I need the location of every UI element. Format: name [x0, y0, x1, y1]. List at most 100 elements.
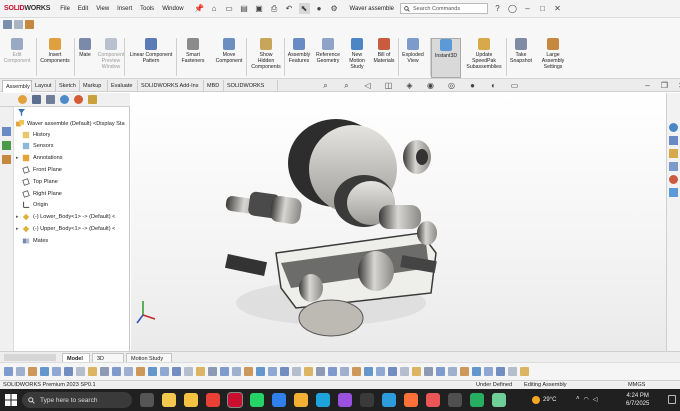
tab-evaluate[interactable]: Evaluate [108, 80, 138, 92]
search-commands-input[interactable]: Search Commands [400, 3, 488, 14]
command-new-motion-study[interactable]: New Motion Study [346, 38, 368, 78]
shortcut-tool-icon[interactable] [280, 367, 289, 376]
command-insert-components[interactable]: Insert Components [38, 38, 72, 78]
taskbar-search-box[interactable]: Type here to search [22, 392, 132, 408]
shortcut-tool-icon[interactable] [412, 367, 421, 376]
maps-icon[interactable] [470, 393, 484, 407]
shortcut-tool-icon[interactable] [424, 367, 433, 376]
command-large-assembly-settings[interactable]: Large Assembly Settings [538, 38, 568, 78]
task-view-icon[interactable] [140, 393, 154, 407]
right-shaft[interactable] [379, 205, 421, 229]
previous-view-icon[interactable]: ◁ [362, 80, 373, 91]
display-pane-icon[interactable] [2, 141, 11, 150]
whatsapp-icon[interactable] [250, 393, 264, 407]
property-manager-tab-icon[interactable] [32, 95, 41, 104]
view-orientation-icon[interactable]: ◈ [404, 80, 415, 91]
file-explorer-icon[interactable] [669, 149, 678, 158]
shortcut-tool-icon[interactable] [352, 367, 361, 376]
shortcut-tool-icon[interactable] [520, 367, 529, 376]
tab-assembly[interactable]: Assembly [2, 80, 32, 92]
shortcut-tool-icon[interactable] [112, 367, 121, 376]
design-library-icon[interactable] [669, 136, 678, 145]
network-icon[interactable]: ◠ [584, 396, 589, 403]
shortcut-tool-icon[interactable] [4, 367, 13, 376]
shortcut-tool-icon[interactable] [256, 367, 265, 376]
user-icon[interactable]: ◯ [507, 3, 518, 14]
vpn-icon[interactable] [492, 393, 506, 407]
shortcut-tool-icon[interactable] [100, 367, 109, 376]
unit-system[interactable]: MMGS [628, 381, 645, 389]
tree-item-sensors[interactable]: Sensors [16, 141, 54, 152]
tab-mbd[interactable]: MBD [204, 80, 224, 92]
settings-icon[interactable] [25, 20, 34, 29]
windows-start-icon[interactable] [5, 394, 17, 406]
command-assembly-features[interactable]: Assembly Features [286, 38, 312, 78]
tab-solidworks-cam[interactable]: SOLIDWORKS CAM [224, 80, 278, 101]
save-icon[interactable]: ▣ [254, 3, 265, 14]
solidworks-app-icon[interactable] [227, 392, 243, 408]
firefox-icon[interactable] [404, 393, 418, 407]
dimxpert-tab-icon[interactable] [60, 95, 69, 104]
command-linearcomponent-pattern[interactable]: Linear Component Pattern [128, 38, 174, 78]
thunder-icon[interactable] [360, 393, 374, 407]
tree-item-top-plane[interactable]: Top Plane [16, 176, 58, 187]
news-icon[interactable] [382, 393, 396, 407]
clock[interactable]: 4:24 PM 6/7/2025 [626, 392, 649, 408]
shortcut-tool-icon[interactable] [508, 367, 517, 376]
camera-icon[interactable] [3, 20, 12, 29]
shortcut-tool-icon[interactable] [160, 367, 169, 376]
view-palette-icon[interactable] [669, 162, 678, 171]
shortcut-tool-icon[interactable] [136, 367, 145, 376]
select-cursor-icon[interactable]: ⬉ [298, 3, 310, 14]
shortcut-tool-icon[interactable] [364, 367, 373, 376]
shortcut-tool-icon[interactable] [64, 367, 73, 376]
command-mate[interactable]: Mate [76, 38, 94, 78]
viewport-restore-icon[interactable]: ❐ [659, 80, 670, 91]
display-style-icon[interactable]: ◉ [425, 80, 436, 91]
shortcut-tool-icon[interactable] [460, 367, 469, 376]
tree-item-front-plane[interactable]: Front Plane [16, 164, 62, 175]
shortcut-tool-icon[interactable] [76, 367, 85, 376]
tree-item-lower-body-1-default[interactable]: ▸ (-) Lower_Body<1> -> (Default) < [16, 212, 115, 223]
graphics-area[interactable] [131, 93, 666, 351]
shortcut-tool-icon[interactable] [184, 367, 193, 376]
menu-edit[interactable]: Edit [78, 6, 88, 12]
shortcut-tool-icon[interactable] [316, 367, 325, 376]
weather-widget[interactable]: 29°C [532, 396, 556, 404]
viewport-minimize-icon[interactable]: – [642, 80, 653, 91]
command-billof-materials[interactable]: Bill of Materials [372, 38, 396, 78]
menu-insert[interactable]: Insert [117, 6, 132, 12]
shortcut-tool-icon[interactable] [172, 367, 181, 376]
custom-properties-icon[interactable] [669, 188, 678, 197]
shortcut-tool-icon[interactable] [328, 367, 337, 376]
tree-item-history[interactable]: History [16, 129, 50, 140]
hide-show-icon[interactable]: ◎ [446, 80, 457, 91]
cam-tab-icon[interactable] [88, 95, 97, 104]
shortcut-tool-icon[interactable] [220, 367, 229, 376]
home-icon[interactable]: ⌂ [209, 3, 220, 14]
print-icon[interactable]: ⎙ [269, 3, 280, 14]
shortcut-tool-icon[interactable] [88, 367, 97, 376]
shortcut-tool-icon[interactable] [484, 367, 493, 376]
tab-sketch[interactable]: Sketch [56, 80, 80, 92]
command-reference-geometry[interactable]: Reference Geometry [314, 38, 342, 78]
shortcut-tool-icon[interactable] [388, 367, 397, 376]
shortcut-tool-icon[interactable] [52, 367, 61, 376]
appearance-icon[interactable]: ● [467, 80, 478, 91]
configuration-manager-tab-icon[interactable] [46, 95, 55, 104]
office-icon[interactable] [426, 393, 440, 407]
viewport-close-icon[interactable]: ✕ [676, 80, 680, 91]
shortcut-tool-icon[interactable] [496, 367, 505, 376]
shortcut-tool-icon[interactable] [304, 367, 313, 376]
maximize-icon[interactable]: □ [537, 3, 548, 14]
tree-tool-icon[interactable] [2, 155, 11, 164]
tab-layout[interactable]: Layout [32, 80, 56, 92]
tab-scroll-arrows[interactable] [4, 354, 56, 361]
shortcut-tool-icon[interactable] [196, 367, 205, 376]
open-folder-icon[interactable]: ▤ [239, 3, 250, 14]
command-show-hidden-components[interactable]: Show Hidden Components [250, 38, 282, 78]
menu-view[interactable]: View [96, 6, 109, 12]
rebuild-icon[interactable]: ● [314, 3, 325, 14]
feature-manager-tab-icon[interactable] [18, 95, 27, 104]
view-settings-icon[interactable]: ▭ [509, 80, 520, 91]
